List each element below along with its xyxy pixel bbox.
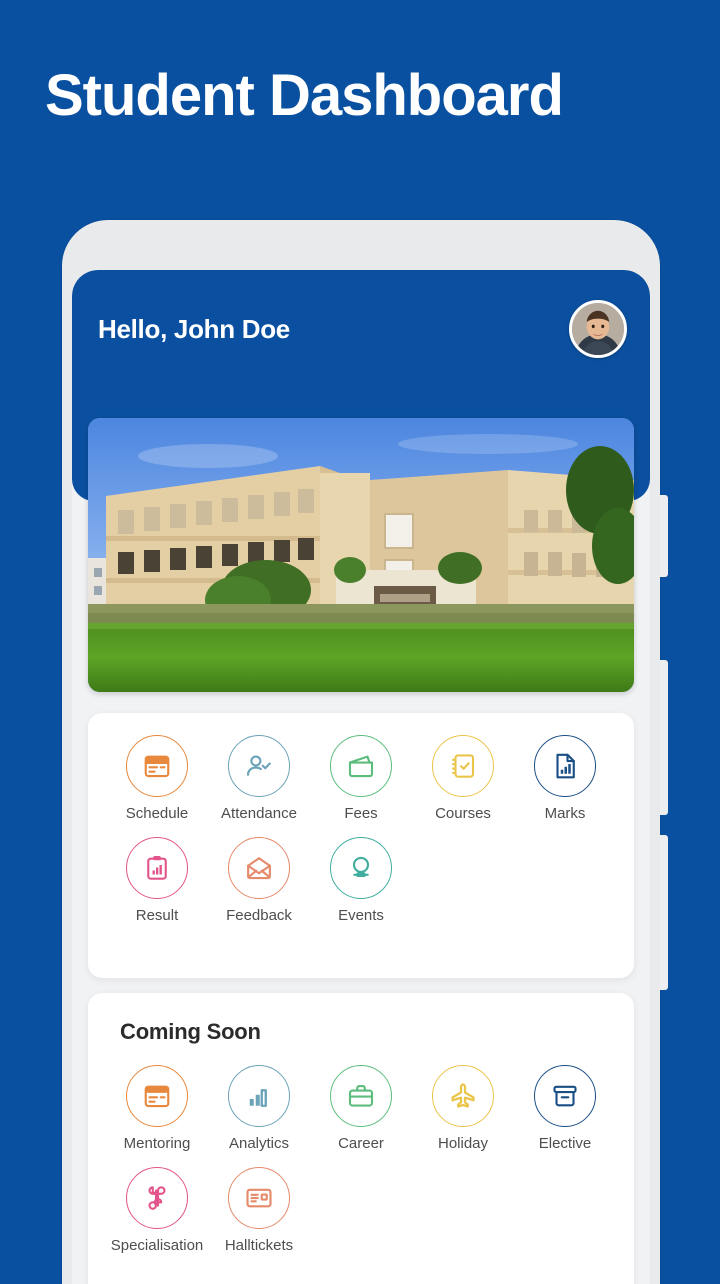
quick-link-label: Schedule [125, 805, 189, 822]
coming-soon-card: Coming Soon Mentoring Analytics Career H… [88, 993, 634, 1284]
quick-link-label: Fees [344, 805, 378, 822]
quick-link-feedback[interactable]: Feedback [208, 836, 310, 925]
quick-link-label: Attendance [221, 805, 297, 822]
clipboard-check-icon [432, 735, 494, 797]
wallet-icon [330, 735, 392, 797]
bar-chart-icon [228, 1065, 290, 1127]
coming-soon-title: Coming Soon [120, 1019, 261, 1044]
quick-link-result[interactable]: Result [106, 836, 208, 925]
coming-soon-mentoring[interactable]: Mentoring [106, 1065, 208, 1153]
phone-side-button-volume-down[interactable] [660, 835, 668, 990]
user-check-icon [228, 735, 290, 797]
coming-soon-label: Halltickets [224, 1236, 294, 1254]
command-icon [126, 1166, 188, 1229]
quick-link-courses[interactable]: Courses [412, 735, 514, 823]
id-card-icon [228, 1166, 290, 1229]
phone-screen: Hello, John Doe Schedule Attendance Fees… [72, 270, 650, 1284]
coming-soon-label: Mentoring [123, 1135, 191, 1152]
coming-soon-label: Specialisation [110, 1236, 204, 1254]
greeting-text: Hello, John Doe [98, 314, 290, 344]
coming-soon-holiday[interactable]: Holiday [412, 1065, 514, 1153]
coming-soon-elective[interactable]: Elective [514, 1065, 616, 1153]
chart-document-icon [534, 735, 596, 797]
quick-link-attendance[interactable]: Attendance [208, 735, 310, 823]
phone-mockup: Hello, John Doe Schedule Attendance Fees… [62, 220, 668, 1284]
page-title: Student Dashboard [45, 63, 564, 128]
quick-link-label: Feedback [226, 906, 292, 924]
coming-soon-career[interactable]: Career [310, 1065, 412, 1153]
phone-side-button-volume-up[interactable] [660, 660, 668, 815]
coming-soon-specialisation[interactable]: Specialisation [106, 1166, 208, 1255]
coming-soon-label: Analytics [228, 1135, 290, 1152]
phone-side-button-silent[interactable] [660, 495, 668, 577]
calendar-icon [126, 1065, 188, 1127]
quick-link-label: Events [338, 906, 384, 924]
archive-box-icon [534, 1065, 596, 1127]
page-root: Student Dashboard Hello, John Doe Schedu… [0, 0, 720, 1284]
coming-soon-analytics[interactable]: Analytics [208, 1065, 310, 1153]
avatar[interactable] [569, 300, 627, 358]
airplane-icon [432, 1065, 494, 1127]
award-medal-icon [330, 836, 392, 899]
quick-link-label: Marks [544, 805, 586, 822]
quick-links-grid: Schedule Attendance Fees Courses Marks R… [106, 735, 616, 938]
quick-link-label: Courses [435, 805, 491, 822]
coming-soon-grid: Mentoring Analytics Career Holiday Elect… [106, 1065, 616, 1268]
coming-soon-halltickets[interactable]: Halltickets [208, 1166, 310, 1255]
quick-link-fees[interactable]: Fees [310, 735, 412, 823]
quick-link-marks[interactable]: Marks [514, 735, 616, 823]
briefcase-icon [330, 1065, 392, 1127]
clipboard-chart-icon [126, 836, 188, 899]
coming-soon-label: Holiday [437, 1135, 489, 1152]
quick-links-card: Schedule Attendance Fees Courses Marks R… [88, 713, 634, 978]
coming-soon-label: Career [338, 1135, 384, 1152]
quick-link-label: Result [135, 906, 179, 924]
calendar-icon [126, 735, 188, 797]
envelope-open-icon [228, 836, 290, 899]
quick-link-events[interactable]: Events [310, 836, 412, 925]
campus-banner-image [88, 418, 634, 692]
quick-link-schedule[interactable]: Schedule [106, 735, 208, 823]
coming-soon-label: Elective [538, 1135, 592, 1152]
